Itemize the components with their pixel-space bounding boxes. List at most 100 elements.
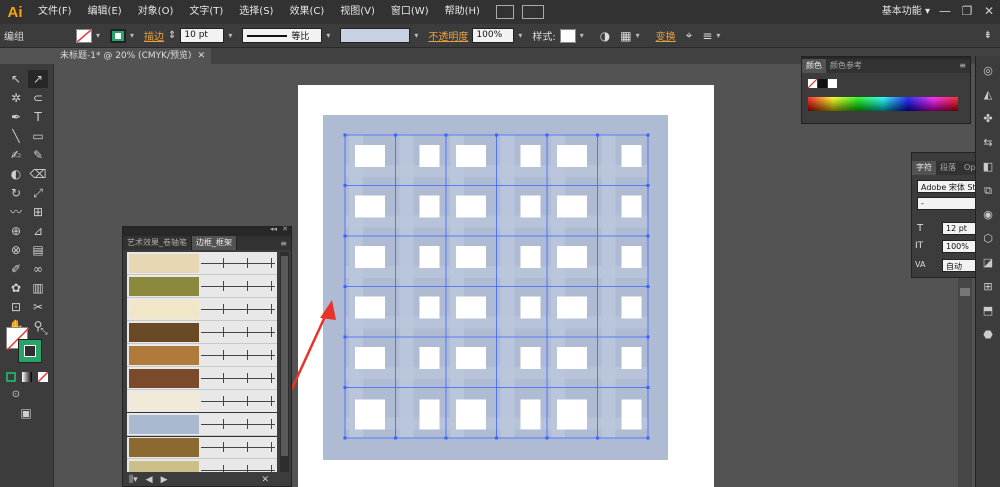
blend-tool-icon[interactable]: ∞ <box>28 260 48 278</box>
dock-panel-icon[interactable]: ⊞ <box>981 280 995 294</box>
minimize-button[interactable]: — <box>934 2 956 20</box>
paintbrush-tool-icon[interactable]: ✍ <box>6 146 26 164</box>
mesh-tool-icon[interactable]: ⊗ <box>6 241 26 259</box>
panel-menu-icon[interactable]: ≡ <box>280 237 287 251</box>
scroll-thumb[interactable] <box>281 256 288 456</box>
black-chip[interactable] <box>818 79 827 88</box>
blob-brush-tool-icon[interactable]: ◐ <box>6 165 26 183</box>
bridge-icon[interactable] <box>495 5 514 19</box>
collapse-icon[interactable]: ◂◂ <box>270 225 277 233</box>
dock-panel-icon[interactable]: ✤ <box>981 112 995 126</box>
restore-button[interactable]: ❐ <box>956 2 978 20</box>
brush-row[interactable] <box>127 344 277 367</box>
profile-dropdown[interactable]: ▾ <box>326 31 336 40</box>
dock-panel-icon[interactable]: ◎ <box>981 64 995 78</box>
dock-panel-icon[interactable]: ◉ <box>981 208 995 222</box>
close-window-button[interactable]: ✕ <box>978 2 1000 20</box>
canvas-vertical-scrollbar[interactable] <box>958 278 972 487</box>
dock-panel-icon[interactable]: ⬣ <box>981 328 995 342</box>
screen-mode-icon[interactable]: ▣ <box>16 404 36 422</box>
brush-row[interactable] <box>127 436 277 459</box>
menu-object[interactable]: 对象(O) <box>130 0 182 24</box>
opacity-dropdown[interactable]: ▾ <box>518 31 528 40</box>
tab-color[interactable]: 颜色 <box>802 59 826 73</box>
stroke-dropdown[interactable]: ▾ <box>130 31 140 40</box>
stroke-swatch[interactable] <box>110 28 126 43</box>
free-transform-tool-icon[interactable]: ⊞ <box>28 203 48 221</box>
menu-file[interactable]: 文件(F) <box>30 0 80 24</box>
dock-panel-icon[interactable]: ◧ <box>981 160 995 174</box>
menu-help[interactable]: 帮助(H) <box>437 0 488 24</box>
workspace-switcher[interactable]: 基本功能 ▾ <box>882 0 930 24</box>
menu-view[interactable]: 视图(V) <box>332 0 383 24</box>
document-tab[interactable]: 未标题-1* @ 20% (CMYK/预览) ✕ <box>54 48 212 64</box>
fill-swatch[interactable] <box>76 28 92 43</box>
brush-dropdown[interactable]: ▾ <box>414 31 424 40</box>
drawing-mode-icon[interactable]: ⊙ <box>6 386 26 404</box>
next-library-icon[interactable]: ▶ <box>161 475 168 485</box>
rectangle-tool-icon[interactable]: ▭ <box>28 127 48 145</box>
library-menu-icon[interactable]: ⫼▾ <box>129 475 138 485</box>
graphic-style-swatch[interactable] <box>559 28 576 43</box>
tab-art-scroll-pen[interactable]: 艺术效果_卷轴笔 <box>123 236 192 250</box>
tab-character[interactable]: 字符 <box>912 161 936 175</box>
pencil-tool-icon[interactable]: ✎ <box>28 146 48 164</box>
tab-border-frame[interactable]: 边框_框架 <box>192 236 237 250</box>
direct-selection-tool-icon[interactable]: ↗ <box>28 70 48 88</box>
menu-select[interactable]: 选择(S) <box>231 0 281 24</box>
dock-panel-icon[interactable]: ◭ <box>981 88 995 102</box>
gradient-tool-icon[interactable]: ▤ <box>28 241 48 259</box>
tab-paragraph[interactable]: 段落 <box>936 161 960 175</box>
type-tool-icon[interactable]: T <box>28 108 48 126</box>
opacity-field[interactable]: 100% <box>472 28 515 43</box>
stroke-weight-field[interactable]: 10 pt <box>180 28 225 43</box>
brush-row[interactable] <box>127 367 277 390</box>
stroke-weight-dropdown[interactable]: ▾ <box>228 31 238 40</box>
more-options-icon[interactable]: ≡ <box>702 29 712 43</box>
shape-builder-tool-icon[interactable]: ⊕ <box>6 222 26 240</box>
magic-wand-tool-icon[interactable]: ✲ <box>6 89 26 107</box>
white-chip[interactable] <box>828 79 837 88</box>
variable-width-profile[interactable]: 等比 <box>242 28 323 43</box>
gradient-mode-icon[interactable] <box>22 372 32 382</box>
opacity-label-link[interactable]: 不透明度 <box>428 28 468 43</box>
fill-dropdown[interactable]: ▾ <box>96 31 106 40</box>
warp-tool-icon[interactable]: 〰 <box>6 203 26 221</box>
transform-link[interactable]: 变换 <box>656 28 676 43</box>
symbol-sprayer-tool-icon[interactable]: ✿ <box>6 279 26 297</box>
artboard-tool-icon[interactable]: ⊡ <box>6 298 26 316</box>
brush-row[interactable] <box>127 252 277 275</box>
close-tab-icon[interactable]: ✕ <box>198 48 206 64</box>
eyedropper-tool-icon[interactable]: ✐ <box>6 260 26 278</box>
scale-tool-icon[interactable]: ⤢ <box>28 184 48 202</box>
perspective-grid-tool-icon[interactable]: ⊿ <box>28 222 48 240</box>
style-dropdown[interactable]: ▾ <box>580 31 590 40</box>
dock-panel-icon[interactable]: ⧉ <box>981 184 995 198</box>
brush-panel-header[interactable]: ◂◂ ✕ <box>123 225 291 236</box>
control-panel-menu-icon[interactable]: ⇟ <box>984 30 992 41</box>
color-fill-chip[interactable] <box>807 78 818 89</box>
stroke-label-link[interactable]: 描边 <box>144 28 164 43</box>
menu-window[interactable]: 窗口(W) <box>383 0 437 24</box>
lasso-tool-icon[interactable]: ⊂ <box>28 89 48 107</box>
brush-row[interactable] <box>127 321 277 344</box>
panel-menu-icon[interactable]: ≡ <box>959 59 966 73</box>
brush-row[interactable] <box>127 275 277 298</box>
brush-tools-icon[interactable]: ✕ <box>261 475 269 485</box>
menu-edit[interactable]: 编辑(E) <box>80 0 130 24</box>
menu-effect[interactable]: 效果(C) <box>281 0 332 24</box>
swap-fill-stroke-icon[interactable]: ⤡ <box>34 323 54 341</box>
none-mode-icon[interactable] <box>37 371 49 383</box>
dock-panel-icon[interactable]: ⇆ <box>981 136 995 150</box>
frame-pattern-artwork[interactable] <box>323 115 668 460</box>
previous-library-icon[interactable]: ◀ <box>146 475 153 485</box>
pen-tool-icon[interactable]: ✒ <box>6 108 26 126</box>
menu-type[interactable]: 文字(T) <box>181 0 231 24</box>
close-panel-icon[interactable]: ✕ <box>282 225 288 233</box>
tab-color-guide[interactable]: 颜色参考 <box>826 59 866 73</box>
arrange-documents-icon[interactable] <box>521 5 544 19</box>
align-grid-icon[interactable]: ▦ <box>620 29 631 43</box>
brush-row[interactable] <box>127 412 277 437</box>
recolor-artwork-icon[interactable]: ◑ <box>600 29 610 43</box>
rotate-tool-icon[interactable]: ↻ <box>6 184 26 202</box>
